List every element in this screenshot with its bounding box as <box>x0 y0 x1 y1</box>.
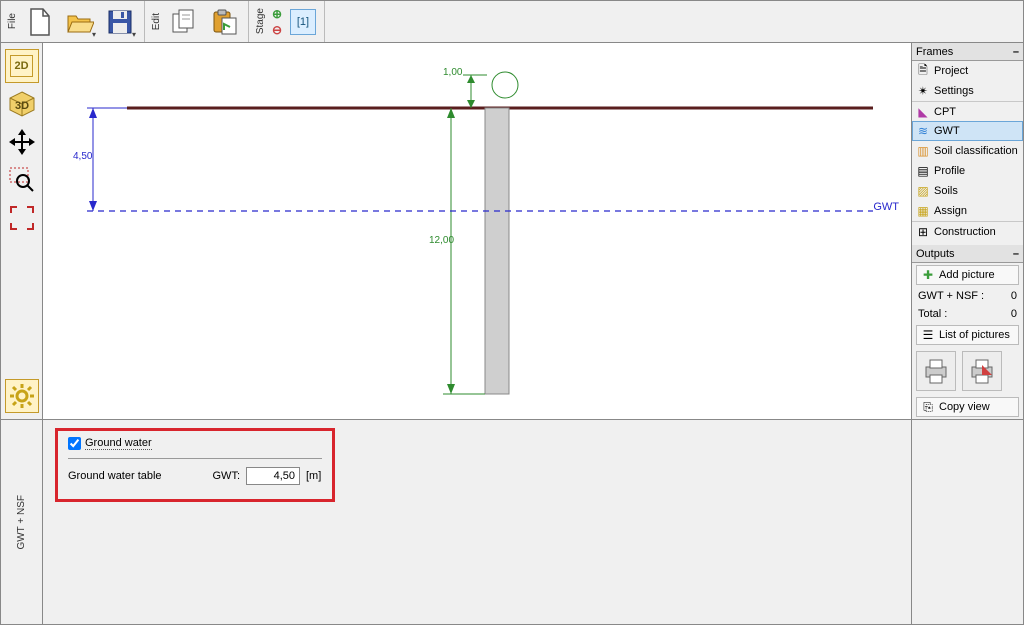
list-icon: ☰ <box>921 328 935 342</box>
copy-view-button[interactable]: ⎘Copy view <box>916 397 1019 417</box>
frame-construction[interactable]: ⊞Construction <box>912 221 1023 241</box>
water-icon: ≋ <box>916 124 930 138</box>
outputs-total-row: Total :0 <box>912 305 1023 323</box>
frame-project[interactable]: 🗎Project <box>912 61 1023 81</box>
print-preview-button[interactable] <box>962 351 1002 391</box>
file-group-label: File <box>5 13 20 29</box>
left-tool-rail: 2D 3D <box>1 43 43 419</box>
profile-icon: ▤ <box>916 164 930 178</box>
add-picture-icon: ✚ <box>921 268 935 282</box>
frames-list: 🗎Project ✴Settings ◣CPT ≋GWT ▥Soil class… <box>912 61 1023 245</box>
separator <box>68 458 322 459</box>
gwt-line-label: GWT <box>873 201 899 213</box>
frame-soil-classification[interactable]: ▥Soil classification <box>912 141 1023 161</box>
add-picture-button[interactable]: ✚Add picture <box>916 265 1019 285</box>
gwt-form-area: Ground water Ground water table GWT: [m] <box>43 420 911 624</box>
dim-depth-label: 4,50 <box>73 151 92 162</box>
open-file-button[interactable] <box>62 4 98 40</box>
view-3d-button[interactable]: 3D <box>5 87 39 121</box>
frame-profile[interactable]: ▤Profile <box>912 161 1023 181</box>
frame-gwt[interactable]: ≋GWT <box>912 121 1023 141</box>
file-group: File <box>1 1 145 42</box>
gwt-unit-label: [m] <box>306 470 321 482</box>
frames-title: Frames <box>916 46 953 58</box>
pan-button[interactable] <box>5 125 39 159</box>
stage-group: Stage ⊕ ⊖ [1] <box>249 1 325 42</box>
stage-group-label: Stage <box>253 8 268 34</box>
gwt-field-short: GWT: <box>204 470 240 482</box>
copy-view-icon: ⎘ <box>921 400 935 414</box>
bottom-tab-label: GWT + NSF <box>16 495 27 550</box>
top-toolbar: File Edit Stage ⊕ ⊖ <box>1 1 1023 43</box>
view-2d-button[interactable]: 2D <box>5 49 39 83</box>
bottom-tab-rail: GWT + NSF <box>1 420 43 624</box>
ground-water-checkbox[interactable] <box>68 437 81 450</box>
edit-group-label: Edit <box>149 13 164 30</box>
frame-cpt[interactable]: ◣CPT <box>912 101 1023 121</box>
frames-panel-header: Frames – <box>912 43 1023 61</box>
extents-button[interactable] <box>5 201 39 235</box>
frame-soils[interactable]: ▨Soils <box>912 181 1023 201</box>
new-file-button[interactable] <box>22 4 58 40</box>
outputs-minimize-button[interactable]: – <box>1013 248 1019 260</box>
frame-settings[interactable]: ✴Settings <box>912 81 1023 101</box>
settings-gear-button[interactable] <box>5 379 39 413</box>
gwt-value-input[interactable] <box>246 467 300 485</box>
bottom-right-spacer <box>911 420 1023 624</box>
print-button[interactable] <box>916 351 956 391</box>
copy-button[interactable] <box>166 4 202 40</box>
gear-icon: ✴ <box>916 84 930 98</box>
frame-assign[interactable]: ▦Assign <box>912 201 1023 221</box>
dim-length-label: 12,00 <box>429 235 454 246</box>
zoom-button[interactable] <box>5 163 39 197</box>
frames-minimize-button[interactable]: – <box>1013 46 1019 58</box>
stage-tab-1[interactable]: [1] <box>290 9 316 35</box>
document-icon: 🗎 <box>916 64 930 78</box>
drawing-svg <box>43 43 911 419</box>
remove-stage-button[interactable]: ⊖ <box>270 23 284 37</box>
dim-top-label: 1,00 <box>443 67 462 78</box>
ground-water-checkbox-label[interactable]: Ground water <box>85 437 152 450</box>
list-of-pictures-button[interactable]: ☰List of pictures <box>916 325 1019 345</box>
outputs-panel-header: Outputs – <box>912 245 1023 263</box>
right-panel: Frames – 🗎Project ✴Settings ◣CPT ≋GWT ▥S… <box>911 43 1023 419</box>
save-file-button[interactable] <box>102 4 138 40</box>
svg-text:3D: 3D <box>14 100 28 112</box>
paste-button[interactable] <box>206 4 242 40</box>
assign-icon: ▦ <box>916 204 930 218</box>
outputs-title: Outputs <box>916 248 955 260</box>
gwt-highlight-box: Ground water Ground water table GWT: [m] <box>55 428 335 502</box>
gwt-field-label: Ground water table <box>68 470 198 482</box>
viewport-canvas[interactable]: 1,00 12,00 4,50 GWT <box>43 43 911 419</box>
add-stage-button[interactable]: ⊕ <box>270 7 284 21</box>
classification-icon: ▥ <box>916 144 930 158</box>
cpt-icon: ◣ <box>916 105 930 119</box>
edit-group: Edit <box>145 1 249 42</box>
soils-icon: ▨ <box>916 184 930 198</box>
outputs-gwt-count-row: GWT + NSF :0 <box>912 287 1023 305</box>
construction-icon: ⊞ <box>916 225 930 239</box>
